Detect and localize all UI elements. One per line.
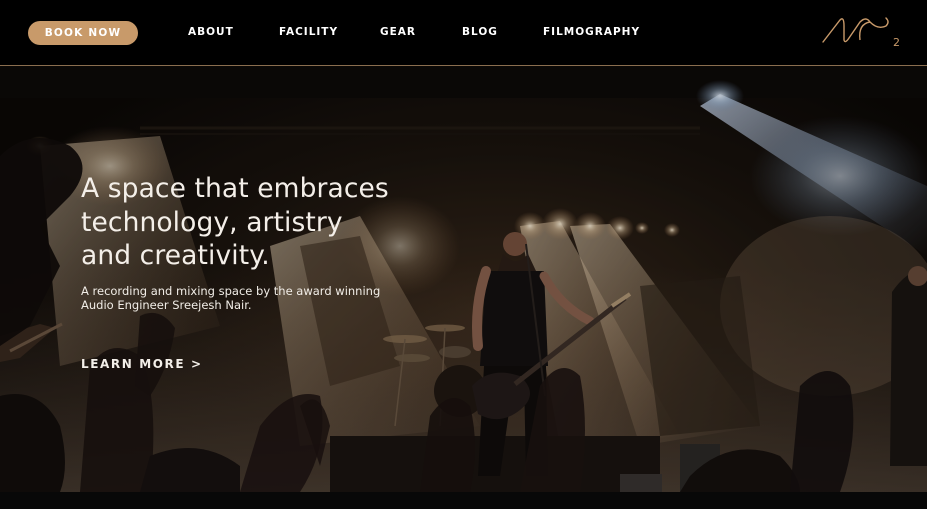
hero-headline-line: technology, artistry bbox=[81, 206, 343, 238]
bottom-strip bbox=[0, 492, 927, 509]
hero-subtext: A recording and mixing space by the awar… bbox=[81, 283, 381, 313]
hero-text-block: A space that embraces technology, artist… bbox=[81, 172, 481, 313]
book-now-button[interactable]: BOOK NOW bbox=[28, 21, 138, 45]
hero-headline-line: A space that embraces bbox=[81, 173, 389, 204]
brand-logo-icon[interactable]: 2 bbox=[820, 14, 904, 50]
top-navigation: BOOK NOW ABOUT FACILITY GEAR BLOG FILMOG… bbox=[0, 0, 927, 66]
nav-link-blog[interactable]: BLOG bbox=[462, 26, 498, 39]
hero-section: A space that embraces technology, artist… bbox=[0, 66, 927, 492]
hero-headline: A space that embraces technology, artist… bbox=[81, 172, 481, 273]
nav-link-facility[interactable]: FACILITY bbox=[279, 26, 338, 39]
nav-link-about[interactable]: ABOUT bbox=[188, 26, 234, 39]
nav-link-filmography[interactable]: FILMOGRAPHY bbox=[543, 26, 640, 39]
nav-link-gear[interactable]: GEAR bbox=[380, 26, 416, 39]
logo-subscript: 2 bbox=[893, 36, 900, 49]
hero-headline-line: and creativity. bbox=[81, 240, 270, 271]
learn-more-link[interactable]: LEARN MORE > bbox=[81, 357, 203, 371]
